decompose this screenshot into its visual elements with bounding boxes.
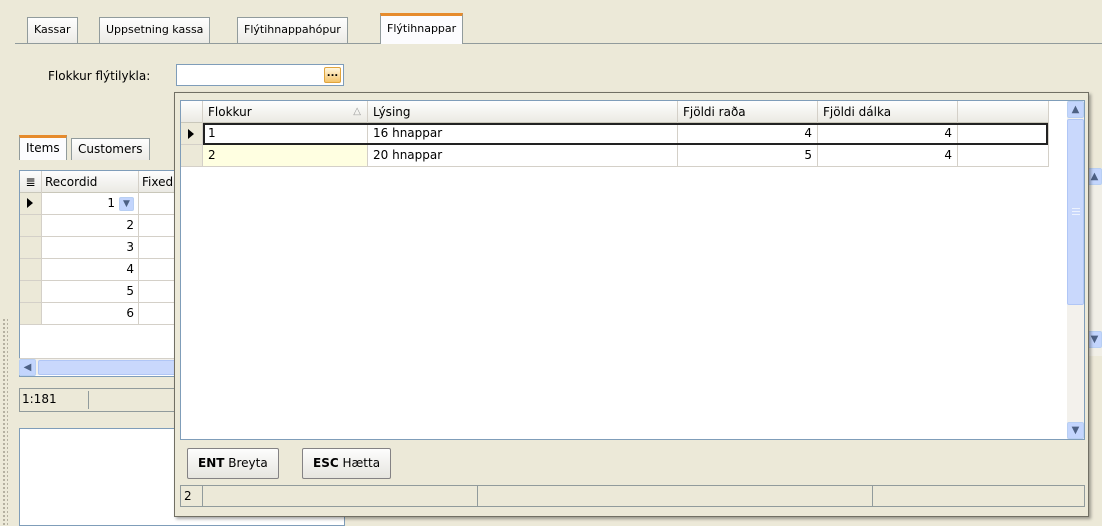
filter-input[interactable]: ... <box>176 64 344 86</box>
subtab-strip: Items Customers <box>19 135 179 160</box>
status-bar-left: 1:181 <box>19 388 179 412</box>
items-grid: ≣ Recordid Fixed 1 ▼ 2 3 4 5 6 <box>19 170 179 377</box>
row-selector[interactable] <box>181 145 203 167</box>
row-selector[interactable] <box>20 237 42 258</box>
record-id: 3 <box>42 237 139 258</box>
current-row-icon <box>188 129 194 139</box>
scroll-left-icon[interactable]: ◀ <box>19 359 36 376</box>
tab-flytihnappahopur[interactable]: Flýtihnappahópur <box>237 17 348 43</box>
lookup-status-bar: 2 <box>180 485 1085 507</box>
chevron-down-icon[interactable]: ▼ <box>119 196 134 211</box>
record-id: 5 <box>42 281 139 302</box>
lookup-grid-header: Flokkur △ Lýsing Fjöldi raða Fjöldi dálk… <box>181 101 1049 123</box>
status-cell <box>478 486 873 506</box>
record-id: 2 <box>42 215 139 236</box>
subtab-customers[interactable]: Customers <box>71 138 150 160</box>
row-selector[interactable] <box>20 259 42 280</box>
cell-flokkur[interactable]: 1 <box>203 123 368 145</box>
sort-ascending-icon: △ <box>353 106 361 117</box>
tab-kassar[interactable]: Kassar <box>27 17 78 43</box>
scroll-down-icon[interactable]: ▼ <box>1087 331 1102 348</box>
edit-button[interactable]: ENT Breyta <box>187 448 279 479</box>
row-selector[interactable] <box>20 193 42 214</box>
items-grid-header: ≣ Recordid Fixed <box>20 171 178 193</box>
table-row[interactable]: 5 <box>20 281 178 303</box>
edit-key: ENT <box>198 456 225 470</box>
row-selector[interactable] <box>20 281 42 302</box>
items-hscrollbar[interactable]: ◀ <box>19 358 179 376</box>
subtab-items[interactable]: Items <box>19 135 67 160</box>
lookup-button[interactable]: ... <box>324 67 341 83</box>
cell-lysing[interactable]: 16 hnappar <box>368 123 678 145</box>
cancel-key: ESC <box>313 456 339 470</box>
header-corner <box>181 101 203 123</box>
column-fjoldi-rada[interactable]: Fjöldi raða <box>678 101 818 123</box>
cell-fjoldi-rada[interactable]: 4 <box>678 123 818 145</box>
cell-filler <box>958 123 1049 145</box>
table-row[interactable]: 4 <box>20 259 178 281</box>
cell-filler <box>958 145 1049 167</box>
status-divider <box>88 391 89 409</box>
main-tabstrip: Kassar Uppsetning kassa Flýtihnappahópur… <box>15 12 1102 44</box>
scroll-down-icon[interactable]: ▼ <box>1067 422 1084 439</box>
cancel-label: Hætta <box>342 456 381 470</box>
vscroll-thumb[interactable] <box>1067 119 1084 305</box>
record-id: 1 <box>107 196 115 210</box>
status-cell <box>203 486 478 506</box>
hscroll-thumb[interactable] <box>38 360 178 375</box>
current-row-icon <box>27 198 33 208</box>
lookup-row[interactable]: 2 20 hnappar 5 4 <box>181 145 1049 167</box>
table-row[interactable]: 2 <box>20 215 178 237</box>
cell-flokkur[interactable]: 2 <box>203 145 368 167</box>
column-filler <box>958 101 1049 123</box>
lookup-vscrollbar[interactable]: ▲ ▼ <box>1067 101 1084 439</box>
cancel-button[interactable]: ESC Hætta <box>302 448 392 479</box>
column-fixed[interactable]: Fixed <box>139 171 178 193</box>
lookup-popup: Flokkur △ Lýsing Fjöldi raða Fjöldi dálk… <box>174 92 1089 517</box>
column-fjoldi-dalka[interactable]: Fjöldi dálka <box>818 101 958 123</box>
column-flokkur-label: Flokkur <box>208 105 252 119</box>
edit-label: Breyta <box>228 456 268 470</box>
column-flokkur[interactable]: Flokkur △ <box>203 101 368 123</box>
column-chooser-icon[interactable]: ≣ <box>20 171 42 193</box>
table-row[interactable]: 3 <box>20 237 178 259</box>
record-position: 1:181 <box>22 392 57 406</box>
tab-flytihnappar[interactable]: Flýtihnappar <box>380 13 464 44</box>
row-selector[interactable] <box>20 215 42 236</box>
cell-fjoldi-dalka[interactable]: 4 <box>818 123 958 145</box>
table-row[interactable]: 6 <box>20 303 178 325</box>
column-recordid[interactable]: Recordid <box>42 171 139 193</box>
cell-fjoldi-rada[interactable]: 5 <box>678 145 818 167</box>
lookup-row[interactable]: 1 16 hnappar 4 4 <box>181 123 1049 145</box>
record-id: 4 <box>42 259 139 280</box>
tab-uppsetning-kassa[interactable]: Uppsetning kassa <box>99 17 211 43</box>
tabstrip-baseline <box>15 43 1102 44</box>
right-scroll-edge: ▲ ▼ <box>1087 168 1102 356</box>
record-count: 2 <box>181 486 203 506</box>
scroll-up-icon[interactable]: ▲ <box>1087 168 1102 185</box>
thumb-grip <box>1072 214 1080 215</box>
record-id: 6 <box>42 303 139 324</box>
splitter-grip[interactable] <box>2 318 8 526</box>
cell-lysing[interactable]: 20 hnappar <box>368 145 678 167</box>
lookup-grid: Flokkur △ Lýsing Fjöldi raða Fjöldi dálk… <box>180 100 1085 440</box>
cell-fjoldi-dalka[interactable]: 4 <box>818 145 958 167</box>
thumb-grip <box>1072 208 1080 209</box>
row-selector[interactable] <box>20 303 42 324</box>
filter-label: Flokkur flýtilykla: <box>48 69 151 83</box>
table-row[interactable]: 1 ▼ <box>20 193 178 215</box>
thumb-grip <box>1072 211 1080 212</box>
row-selector[interactable] <box>181 123 203 145</box>
column-lysing[interactable]: Lýsing <box>368 101 678 123</box>
scroll-up-icon[interactable]: ▲ <box>1067 101 1084 118</box>
